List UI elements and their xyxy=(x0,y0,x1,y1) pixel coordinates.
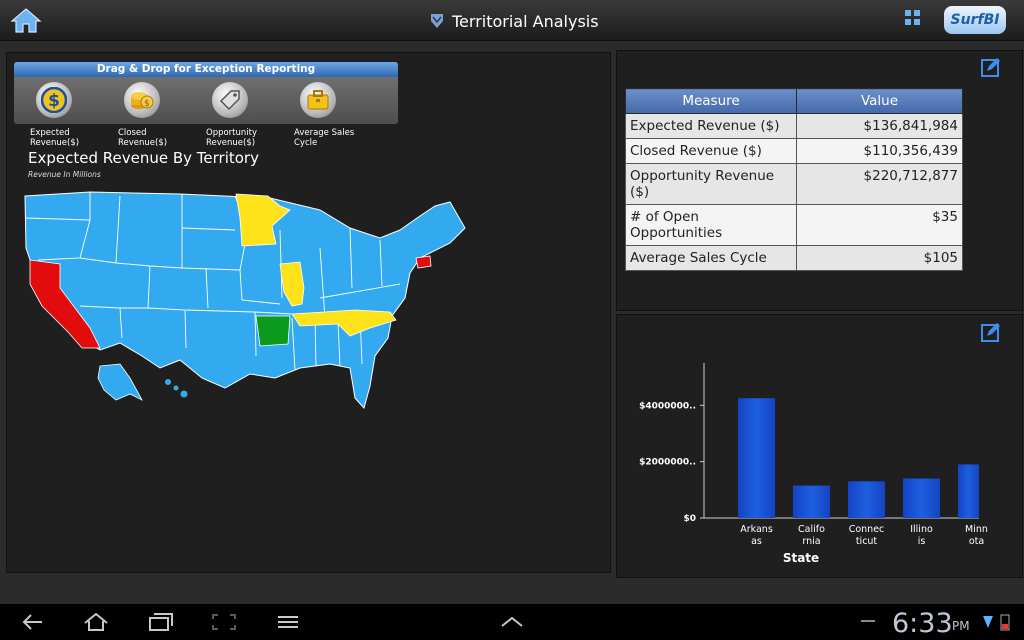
us-territory-map[interactable] xyxy=(20,188,470,418)
opportunity-revenue-tag-icon[interactable] xyxy=(212,82,248,118)
x-tick-label: Arkans xyxy=(740,524,773,535)
value-cell: $220,712,877 xyxy=(796,163,963,205)
chart-edit-icon[interactable] xyxy=(981,322,1001,342)
measure-cell: # of Open Opportunities xyxy=(625,204,797,246)
x-tick-label: ticut xyxy=(856,536,878,547)
home-nav-icon[interactable] xyxy=(82,612,110,632)
bar-california xyxy=(793,485,830,518)
average-sales-cycle-label: Average Sales Cycle xyxy=(294,128,355,148)
state-arkansas[interactable] xyxy=(255,315,291,347)
y-tick-label: $2000000.. xyxy=(639,458,696,468)
state-connecticut[interactable] xyxy=(415,255,432,269)
bar-connecticut xyxy=(848,481,885,518)
column-header-measure[interactable]: Measure xyxy=(625,88,797,114)
shield-icon xyxy=(431,14,443,28)
bar-minnesota xyxy=(958,464,979,518)
state-hawaii[interactable] xyxy=(165,379,188,398)
value-cell: $35 xyxy=(796,204,963,246)
table-row[interactable]: Opportunity Revenue ($) $220,712,877 xyxy=(625,163,963,205)
notification-dash-icon xyxy=(861,620,875,622)
y-tick-label: $0 xyxy=(683,514,696,524)
home-icon[interactable] xyxy=(10,6,42,34)
x-tick-label: rnia xyxy=(802,536,820,547)
x-tick-label: Illino xyxy=(910,524,933,535)
table-row[interactable]: Closed Revenue ($) $110,356,439 xyxy=(625,138,963,164)
surfbi-logo[interactable]: SurfBI xyxy=(944,6,1006,34)
x-axis-title: State xyxy=(783,551,819,565)
svg-text:$: $ xyxy=(144,99,150,109)
wifi-icon xyxy=(983,616,993,628)
opportunity-revenue-label: Opportunity Revenue($) xyxy=(206,128,258,148)
average-sales-cycle-briefcase-icon[interactable] xyxy=(300,82,336,118)
system-navigation-bar: 6:33 PM xyxy=(0,604,1024,640)
closed-revenue-label: Closed Revenue($) xyxy=(118,128,168,148)
x-tick-label: ota xyxy=(969,536,984,547)
edit-icon[interactable] xyxy=(981,57,1001,77)
measures-table: Measure Value Expected Revenue ($) $136,8… xyxy=(625,88,963,271)
measure-cell: Closed Revenue ($) xyxy=(625,138,797,164)
chevron-up-icon[interactable] xyxy=(498,612,526,632)
value-cell: $105 xyxy=(796,245,963,271)
x-tick-label: as xyxy=(751,536,762,547)
exception-reporting-title: Drag & Drop for Exception Reporting xyxy=(14,62,398,77)
status-clock: 6:33 xyxy=(892,608,953,639)
table-row[interactable]: # of Open Opportunities $35 xyxy=(625,204,963,246)
x-tick-label: Connec xyxy=(849,524,885,535)
map-subtitle: Revenue In Millions xyxy=(28,170,101,179)
x-tick-label: Califo xyxy=(798,524,825,535)
recent-apps-icon[interactable] xyxy=(146,612,174,632)
x-tick-label: is xyxy=(918,536,926,547)
x-tick-label: Minn xyxy=(965,524,988,535)
table-header-row: Measure Value xyxy=(625,88,963,114)
table-row[interactable]: Expected Revenue ($) $136,841,984 xyxy=(625,113,963,139)
bar-arkansas xyxy=(738,398,775,518)
expected-revenue-dollar-icon[interactable]: $ xyxy=(36,82,72,118)
closed-revenue-coins-icon[interactable]: $ xyxy=(124,82,160,118)
revenue-by-state-bar-chart[interactable]: $0 $2000000.. $4000000.. Arkansas California… xyxy=(616,340,1016,570)
measure-cell: Expected Revenue ($) xyxy=(625,113,797,139)
measure-cell: Opportunity Revenue ($) xyxy=(625,163,797,205)
table-row[interactable]: Average Sales Cycle $105 xyxy=(625,245,963,271)
y-tick-label: $4000000.. xyxy=(639,401,696,411)
column-header-value[interactable]: Value xyxy=(796,88,963,114)
grid-menu-icon[interactable] xyxy=(903,8,923,28)
map-title: Expected Revenue By Territory xyxy=(28,149,259,167)
value-cell: $136,841,984 xyxy=(796,113,963,139)
state-alaska[interactable] xyxy=(97,363,143,401)
bar-illinois xyxy=(903,478,940,518)
measure-cell: Average Sales Cycle xyxy=(625,245,797,271)
action-bar: Territorial Analysis SurfBI xyxy=(0,0,1024,41)
status-ampm: PM xyxy=(952,619,970,633)
battery-icon xyxy=(1000,614,1010,631)
exception-reporting-box: Drag & Drop for Exception Reporting xyxy=(14,62,398,124)
expected-revenue-label: Expected Revenue($) xyxy=(30,128,80,148)
menu-icon[interactable] xyxy=(274,612,302,632)
screenshot-icon[interactable] xyxy=(210,612,238,632)
value-cell: $110,356,439 xyxy=(796,138,963,164)
back-icon[interactable] xyxy=(20,612,46,632)
page-title: Territorial Analysis xyxy=(452,11,599,31)
svg-text:$: $ xyxy=(48,91,60,111)
page-title-group: Territorial Analysis xyxy=(430,10,599,32)
